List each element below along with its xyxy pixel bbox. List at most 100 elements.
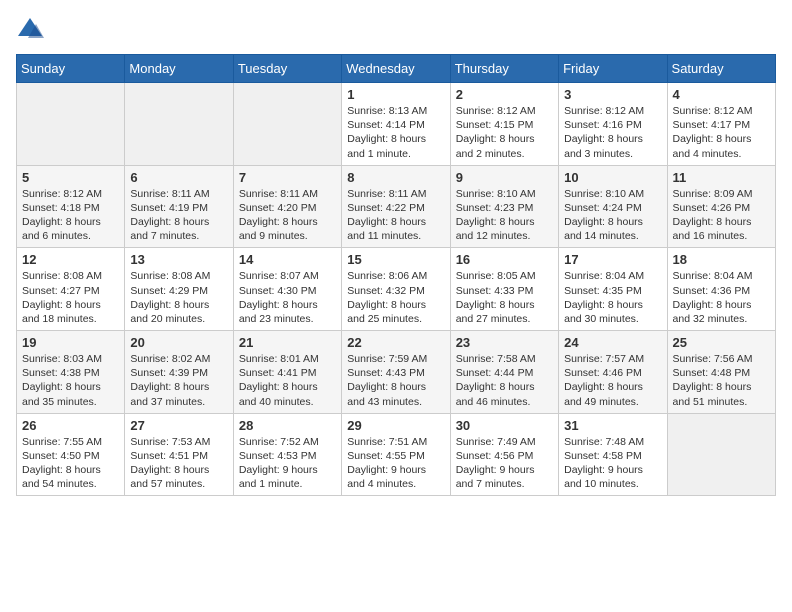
page-header <box>16 16 776 44</box>
day-info: Sunrise: 8:08 AM Sunset: 4:27 PM Dayligh… <box>22 269 119 326</box>
calendar-header-wednesday: Wednesday <box>342 55 450 83</box>
calendar-cell <box>125 83 233 166</box>
day-number: 23 <box>456 335 553 350</box>
calendar-cell: 11Sunrise: 8:09 AM Sunset: 4:26 PM Dayli… <box>667 165 775 248</box>
day-number: 3 <box>564 87 661 102</box>
logo-icon <box>16 16 44 44</box>
day-info: Sunrise: 7:59 AM Sunset: 4:43 PM Dayligh… <box>347 352 444 409</box>
day-number: 2 <box>456 87 553 102</box>
calendar-cell: 3Sunrise: 8:12 AM Sunset: 4:16 PM Daylig… <box>559 83 667 166</box>
day-number: 29 <box>347 418 444 433</box>
calendar-cell: 13 Sunrise: 8:08 AM Sunset: 4:29 PM Dayli… <box>125 248 233 331</box>
day-info: Sunrise: 8:02 AM Sunset: 4:39 PM Dayligh… <box>130 352 227 409</box>
calendar-cell: 29 Sunrise: 7:51 AM Sunset: 4:55 PM Dayli… <box>342 413 450 496</box>
calendar-cell: 14 Sunrise: 8:07 AM Sunset: 4:30 PM Dayli… <box>233 248 341 331</box>
calendar-cell: 17 Sunrise: 8:04 AM Sunset: 4:35 PM Dayli… <box>559 248 667 331</box>
calendar-header-tuesday: Tuesday <box>233 55 341 83</box>
calendar-cell: 19Sunrise: 8:03 AM Sunset: 4:38 PM Dayli… <box>17 331 125 414</box>
calendar-cell: 12 Sunrise: 8:08 AM Sunset: 4:27 PM Dayli… <box>17 248 125 331</box>
day-number: 7 <box>239 170 336 185</box>
day-number: 4 <box>673 87 770 102</box>
day-number: 6 <box>130 170 227 185</box>
calendar-cell: 15 Sunrise: 8:06 AM Sunset: 4:32 PM Dayli… <box>342 248 450 331</box>
day-info: Sunrise: 8:11 AM Sunset: 4:22 PM Dayligh… <box>347 187 444 244</box>
day-info: Sunrise: 7:57 AM Sunset: 4:46 PM Dayligh… <box>564 352 661 409</box>
calendar-week-row: 19Sunrise: 8:03 AM Sunset: 4:38 PM Dayli… <box>17 331 776 414</box>
day-info: Sunrise: 8:04 AM Sunset: 4:36 PM Dayligh… <box>673 269 770 326</box>
day-info: Sunrise: 8:12 AM Sunset: 4:18 PM Dayligh… <box>22 187 119 244</box>
day-info: Sunrise: 7:48 AM Sunset: 4:58 PM Dayligh… <box>564 435 661 492</box>
calendar-header-friday: Friday <box>559 55 667 83</box>
day-number: 22 <box>347 335 444 350</box>
calendar-cell: 21Sunrise: 8:01 AM Sunset: 4:41 PM Dayli… <box>233 331 341 414</box>
calendar-cell: 23 Sunrise: 7:58 AM Sunset: 4:44 PM Dayli… <box>450 331 558 414</box>
day-number: 14 <box>239 252 336 267</box>
day-info: Sunrise: 8:05 AM Sunset: 4:33 PM Dayligh… <box>456 269 553 326</box>
calendar-header-monday: Monday <box>125 55 233 83</box>
day-number: 17 <box>564 252 661 267</box>
calendar-week-row: 12 Sunrise: 8:08 AM Sunset: 4:27 PM Dayli… <box>17 248 776 331</box>
day-number: 10 <box>564 170 661 185</box>
day-number: 21 <box>239 335 336 350</box>
day-number: 1 <box>347 87 444 102</box>
day-number: 9 <box>456 170 553 185</box>
day-number: 25 <box>673 335 770 350</box>
calendar-header-row: SundayMondayTuesdayWednesdayThursdayFrid… <box>17 55 776 83</box>
calendar-cell: 1 Sunrise: 8:13 AM Sunset: 4:14 PM Daylig… <box>342 83 450 166</box>
day-info: Sunrise: 8:07 AM Sunset: 4:30 PM Dayligh… <box>239 269 336 326</box>
calendar-cell: 2 Sunrise: 8:12 AM Sunset: 4:15 PM Daylig… <box>450 83 558 166</box>
calendar-week-row: 1 Sunrise: 8:13 AM Sunset: 4:14 PM Daylig… <box>17 83 776 166</box>
calendar-cell: 4 Sunrise: 8:12 AM Sunset: 4:17 PM Daylig… <box>667 83 775 166</box>
calendar-cell: 16Sunrise: 8:05 AM Sunset: 4:33 PM Dayli… <box>450 248 558 331</box>
day-info: Sunrise: 8:13 AM Sunset: 4:14 PM Dayligh… <box>347 104 444 161</box>
day-info: Sunrise: 8:06 AM Sunset: 4:32 PM Dayligh… <box>347 269 444 326</box>
day-info: Sunrise: 7:53 AM Sunset: 4:51 PM Dayligh… <box>130 435 227 492</box>
calendar-cell: 20 Sunrise: 8:02 AM Sunset: 4:39 PM Dayli… <box>125 331 233 414</box>
day-number: 30 <box>456 418 553 433</box>
day-number: 11 <box>673 170 770 185</box>
day-number: 18 <box>673 252 770 267</box>
calendar-header-saturday: Saturday <box>667 55 775 83</box>
calendar-cell: 25 Sunrise: 7:56 AM Sunset: 4:48 PM Dayli… <box>667 331 775 414</box>
day-number: 15 <box>347 252 444 267</box>
calendar-cell: 28 Sunrise: 7:52 AM Sunset: 4:53 PM Dayli… <box>233 413 341 496</box>
calendar-cell: 18 Sunrise: 8:04 AM Sunset: 4:36 PM Dayli… <box>667 248 775 331</box>
day-info: Sunrise: 8:10 AM Sunset: 4:23 PM Dayligh… <box>456 187 553 244</box>
day-info: Sunrise: 7:52 AM Sunset: 4:53 PM Dayligh… <box>239 435 336 492</box>
calendar-cell: 10 Sunrise: 8:10 AM Sunset: 4:24 PM Dayli… <box>559 165 667 248</box>
day-number: 20 <box>130 335 227 350</box>
day-number: 26 <box>22 418 119 433</box>
day-number: 12 <box>22 252 119 267</box>
day-info: Sunrise: 7:56 AM Sunset: 4:48 PM Dayligh… <box>673 352 770 409</box>
calendar-cell: 8Sunrise: 8:11 AM Sunset: 4:22 PM Daylig… <box>342 165 450 248</box>
day-info: Sunrise: 7:55 AM Sunset: 4:50 PM Dayligh… <box>22 435 119 492</box>
calendar-cell <box>17 83 125 166</box>
calendar-cell: 9 Sunrise: 8:10 AM Sunset: 4:23 PM Daylig… <box>450 165 558 248</box>
day-info: Sunrise: 8:12 AM Sunset: 4:15 PM Dayligh… <box>456 104 553 161</box>
day-number: 13 <box>130 252 227 267</box>
day-info: Sunrise: 7:51 AM Sunset: 4:55 PM Dayligh… <box>347 435 444 492</box>
day-number: 5 <box>22 170 119 185</box>
calendar-cell: 26 Sunrise: 7:55 AM Sunset: 4:50 PM Dayli… <box>17 413 125 496</box>
day-info: Sunrise: 8:12 AM Sunset: 4:17 PM Dayligh… <box>673 104 770 161</box>
day-info: Sunrise: 8:11 AM Sunset: 4:20 PM Dayligh… <box>239 187 336 244</box>
calendar-cell: 22 Sunrise: 7:59 AM Sunset: 4:43 PM Dayli… <box>342 331 450 414</box>
calendar-cell <box>667 413 775 496</box>
calendar-week-row: 26 Sunrise: 7:55 AM Sunset: 4:50 PM Dayli… <box>17 413 776 496</box>
day-number: 27 <box>130 418 227 433</box>
calendar-header-thursday: Thursday <box>450 55 558 83</box>
calendar-cell: 7 Sunrise: 8:11 AM Sunset: 4:20 PM Daylig… <box>233 165 341 248</box>
logo <box>16 16 48 44</box>
calendar-cell: 5 Sunrise: 8:12 AM Sunset: 4:18 PM Daylig… <box>17 165 125 248</box>
day-number: 28 <box>239 418 336 433</box>
day-info: Sunrise: 8:04 AM Sunset: 4:35 PM Dayligh… <box>564 269 661 326</box>
calendar-header-sunday: Sunday <box>17 55 125 83</box>
day-info: Sunrise: 7:49 AM Sunset: 4:56 PM Dayligh… <box>456 435 553 492</box>
calendar-cell: 27 Sunrise: 7:53 AM Sunset: 4:51 PM Dayli… <box>125 413 233 496</box>
calendar-week-row: 5 Sunrise: 8:12 AM Sunset: 4:18 PM Daylig… <box>17 165 776 248</box>
day-info: Sunrise: 8:08 AM Sunset: 4:29 PM Dayligh… <box>130 269 227 326</box>
day-info: Sunrise: 8:10 AM Sunset: 4:24 PM Dayligh… <box>564 187 661 244</box>
day-info: Sunrise: 7:58 AM Sunset: 4:44 PM Dayligh… <box>456 352 553 409</box>
calendar-table: SundayMondayTuesdayWednesdayThursdayFrid… <box>16 54 776 496</box>
day-number: 19 <box>22 335 119 350</box>
